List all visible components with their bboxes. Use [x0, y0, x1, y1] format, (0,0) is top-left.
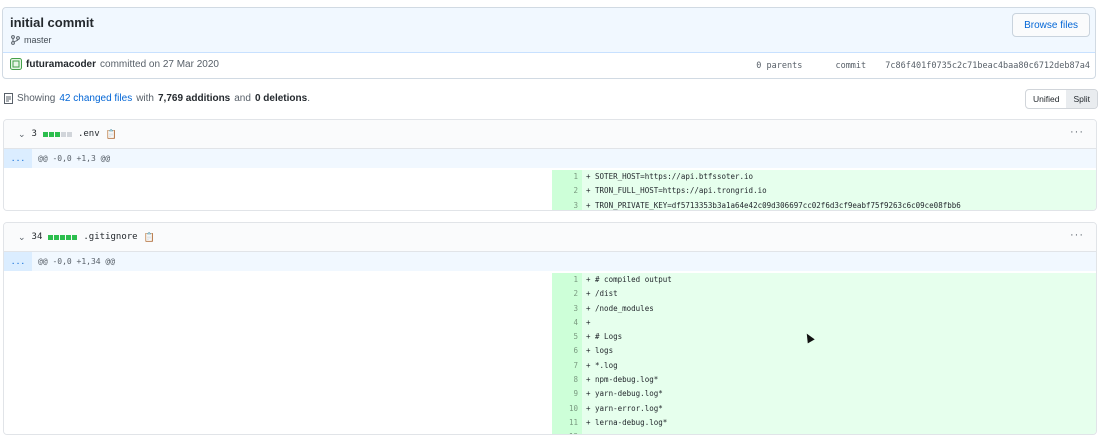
diff-row: 1 + # compiled output — [4, 273, 1096, 288]
additions-count: 7,769 additions — [158, 93, 231, 104]
file-diff-icon — [4, 93, 13, 104]
commit-title-bar: initial commit master Browse files — [3, 8, 1095, 53]
diff-row: 6 + logs — [4, 344, 1096, 359]
diff-row: 10 + yarn-error.log* — [4, 401, 1096, 416]
line-number[interactable]: 1 — [552, 170, 582, 185]
code-line: + SOTER_HOST=https://api.btfssoter.io — [582, 170, 1096, 185]
line-number[interactable]: 9 — [552, 387, 582, 402]
kebab-menu-icon[interactable]: ··· — [1070, 229, 1084, 241]
code-line: + yarn-error.log* — [582, 401, 1096, 416]
summary-with: with — [136, 93, 154, 104]
branch-label: master — [11, 35, 52, 45]
git-branch-icon — [11, 35, 20, 45]
line-number[interactable]: 11 — [552, 415, 582, 431]
line-number[interactable]: 10 — [552, 401, 582, 416]
code-line: + # Logs — [582, 330, 1096, 345]
line-number[interactable]: 7 — [552, 358, 582, 374]
line-number[interactable]: 4 — [552, 315, 582, 331]
split-view-button[interactable]: Split — [1066, 90, 1097, 108]
clipboard-icon[interactable]: 📋 — [106, 129, 117, 140]
diff-row: 3 + /node_modules — [4, 301, 1096, 316]
file-name[interactable]: .gitignore — [83, 232, 137, 242]
code-line: + /dist — [582, 287, 1096, 302]
diff-row: 2 + TRON_FULL_HOST=https://api.trongrid.i… — [4, 184, 1096, 199]
deletions-count: 0 deletions — [254, 93, 308, 104]
committed-date: committed on 27 Mar 2020 — [100, 58, 219, 70]
commit-title: initial commit — [10, 15, 94, 30]
changed-files-link[interactable]: 42 changed files — [59, 93, 132, 104]
commit-sha-area: 0 parents commit 7c86f401f0735c2c71beac4… — [742, 61, 1090, 71]
expand-hunk-icon[interactable]: ... — [4, 149, 32, 168]
avatar-icon[interactable] — [10, 58, 22, 70]
summary-period: . — [307, 93, 310, 104]
code-line: + yarn-debug.log* — [582, 387, 1096, 402]
diff-row: 11 + lerna-debug.log* — [4, 415, 1096, 431]
code-line: + logs — [582, 344, 1096, 359]
summary-showing: Showing — [17, 93, 56, 104]
hunk-range: @@ -0,0 +1,3 @@ — [38, 154, 111, 163]
diff-lines: 1 + SOTER_HOST=https://api.btfssoter.io 2… — [4, 168, 1096, 210]
diff-row: 1 + SOTER_HOST=https://api.btfssoter.io — [4, 170, 1096, 185]
commit-label: commit — [835, 61, 867, 71]
commit-author-line: futuramacoder committed on 27 Mar 2020 — [10, 58, 219, 70]
code-line: + *.log — [582, 358, 1096, 374]
line-number[interactable]: 5 — [552, 330, 582, 345]
code-line: + npm-debug.log* — [582, 373, 1096, 388]
diffstat-bar — [42, 131, 72, 137]
hunk-range: @@ -0,0 +1,34 @@ — [38, 257, 116, 266]
code-line: + TRON_FULL_HOST=https://api.trongrid.io — [582, 184, 1096, 199]
code-line: + — [582, 430, 1096, 434]
file-header: ⌄ 3 .env 📋 ··· — [4, 120, 1096, 149]
author-name[interactable]: futuramacoder — [26, 59, 96, 70]
hunk-header: ... @@ -0,0 +1,3 @@ — [4, 149, 1096, 168]
code-line: + lerna-debug.log* — [582, 415, 1096, 431]
diff-view-toggle: Unified Split — [1024, 89, 1098, 109]
file-name[interactable]: .env — [78, 129, 100, 139]
kebab-menu-icon[interactable]: ··· — [1070, 126, 1084, 138]
chevron-down-icon[interactable]: ⌄ — [18, 129, 26, 140]
hunk-header: ... @@ -0,0 +1,34 @@ — [4, 252, 1096, 271]
diff-row: 12+ — [4, 430, 1096, 434]
line-number[interactable]: 2 — [552, 287, 582, 302]
diff-row: 8 + npm-debug.log* — [4, 373, 1096, 388]
code-line: + — [582, 315, 1096, 331]
line-number[interactable]: 3 — [552, 198, 582, 210]
line-number[interactable]: 8 — [552, 373, 582, 388]
line-number[interactable]: 3 — [552, 301, 582, 316]
diff-lines: 1 + # compiled output 2 + /dist 3 + /node_mod… — [4, 271, 1096, 434]
diff-row: 3 + TRON_PRIVATE_KEY=df5713353b3a1a64e42c… — [4, 198, 1096, 210]
line-count: 34 — [31, 232, 43, 242]
expand-hunk-icon[interactable]: ... — [4, 252, 32, 271]
diff-row: 2 + /dist — [4, 287, 1096, 302]
code-line: + TRON_PRIVATE_KEY=df5713353b3a1a64e42c0… — [582, 198, 1096, 210]
line-number[interactable]: 2 — [552, 184, 582, 199]
code-line: + /node_modules — [582, 301, 1096, 316]
line-number[interactable]: 1 — [552, 273, 582, 288]
file-header: ⌄ 34 .gitignore 📋 ··· — [4, 223, 1096, 252]
diff-summary: Showing 42 changed files with 7,769 addi… — [4, 93, 310, 104]
file-diff-env: ⌄ 3 .env 📋 ··· ... @@ -0,0 +1,3 @@ 1 + SO… — [3, 119, 1097, 211]
diff-row: 9 + yarn-debug.log* — [4, 387, 1096, 402]
file-diff-gitignore: ⌄ 34 .gitignore 📋 ··· ... @@ -0,0 +1,34 … — [3, 222, 1097, 435]
branch-name[interactable]: master — [24, 35, 52, 45]
parents-count: 0 parents — [756, 61, 803, 71]
unified-view-button[interactable]: Unified — [1026, 90, 1066, 108]
diff-row: 7 + *.log — [4, 358, 1096, 374]
diff-row: 5 + # Logs — [4, 330, 1096, 345]
clipboard-icon[interactable]: 📋 — [144, 232, 155, 243]
line-count: 3 — [31, 129, 37, 139]
line-number[interactable]: 6 — [552, 344, 582, 359]
chevron-down-icon[interactable]: ⌄ — [18, 232, 26, 243]
diffstat-bar — [48, 234, 78, 240]
summary-and: and — [234, 93, 251, 104]
commit-header: initial commit master Browse files futur… — [2, 7, 1096, 79]
commit-sha[interactable]: 7c86f401f0735c2c71beac4baa80c6712deb87a4 — [885, 61, 1090, 71]
code-line: + # compiled output — [582, 273, 1096, 288]
diff-row: 4 + — [4, 315, 1096, 331]
line-number[interactable]: 12 — [552, 430, 582, 434]
browse-files-button[interactable]: Browse files — [1012, 13, 1090, 37]
